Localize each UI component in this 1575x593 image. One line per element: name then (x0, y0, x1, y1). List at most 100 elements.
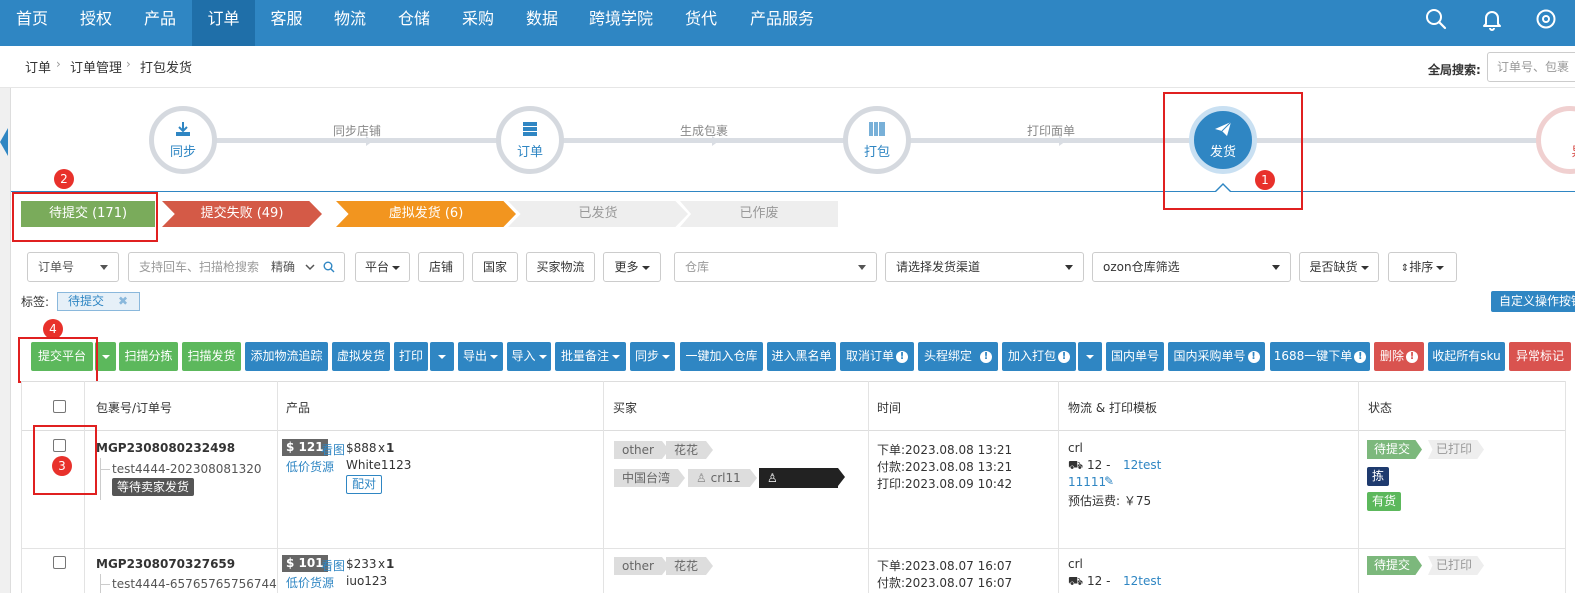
search-mode-select[interactable]: 精确 (271, 253, 295, 281)
order-time: 下单:2023.08.08 13:21 (877, 443, 1013, 457)
nav-order[interactable]: 订单 (192, 0, 255, 46)
nav-product-service[interactable]: 产品服务 (734, 0, 830, 46)
buyer-logistics-button[interactable]: 买家物流 (526, 252, 595, 282)
order-number[interactable]: test4444-202308081320 (112, 462, 262, 476)
add-to-warehouse-button[interactable]: 一键加入仓库 (680, 342, 763, 371)
nav-warehouse[interactable]: 仓储 (382, 0, 446, 46)
cancel-order-button[interactable]: 取消订单! (840, 342, 914, 371)
head-bind-button[interactable]: 头程绑定! (918, 342, 998, 371)
edit-icon[interactable]: ✎ (1104, 474, 1114, 488)
channel-select[interactable]: 请选择发货渠道 (885, 252, 1084, 282)
nav-academy[interactable]: 跨境学院 (574, 0, 668, 46)
nav-data[interactable]: 数据 (510, 0, 574, 46)
nav-purchase[interactable]: 采购 (446, 0, 510, 46)
custom-action-button[interactable]: 自定义操作按钮 (1491, 291, 1575, 312)
close-icon[interactable]: ✖ (118, 293, 128, 310)
nav-product[interactable]: 产品 (128, 0, 192, 46)
blacklist-button[interactable]: 进入黑名单 (767, 342, 836, 371)
nav-forwarder[interactable]: 货代 (668, 0, 734, 46)
tab-shipped[interactable]: 已发货 (508, 201, 688, 227)
buyer-tag: 花花 (666, 557, 714, 575)
package-number[interactable]: MGP2308070327659 (96, 557, 235, 571)
column-header-buyer: 买家 (613, 401, 638, 415)
order-table-header: 包裹号/订单号 产品 买家 时间 物流 & 打印模板 状态 (21, 381, 1566, 431)
channel-link[interactable]: 12test (1123, 574, 1161, 588)
submit-platform-dropdown[interactable] (95, 342, 116, 371)
breadcrumb-order-management[interactable]: 订单管理 (70, 57, 122, 76)
tab-submit-failed[interactable]: 提交失败 (49) (162, 201, 322, 227)
exception-mark-button[interactable]: 异常标记 (1509, 342, 1571, 371)
chevron-down-icon (305, 264, 315, 271)
add-pack-dropdown[interactable] (1078, 342, 1102, 371)
search-icon[interactable] (1424, 7, 1448, 31)
collapse-sku-button[interactable]: 收起所有sku (1428, 342, 1505, 371)
scan-sort-button[interactable]: 扫描分拣 (119, 342, 178, 371)
scan-ship-button[interactable]: 扫描发货 (182, 342, 241, 371)
add-pack-button[interactable]: 加入打包! (1002, 342, 1076, 371)
low-price-source-link[interactable]: 低价货源 (286, 574, 334, 591)
search-input[interactable]: 支持回车、扫描枪搜索 精确 (128, 252, 345, 282)
step-exception[interactable]: 异 (1536, 106, 1575, 174)
tab-pending-submit[interactable]: 待提交 (171) (21, 201, 155, 227)
package-number[interactable]: MGP2308080232498 (96, 441, 235, 455)
print-dropdown[interactable] (430, 342, 454, 371)
top-nav: 首页 授权 产品 订单 客服 物流 仓储 采购 数据 跨境学院 货代 产品服务 (0, 0, 1575, 46)
sort-dropdown[interactable]: ⇕排序 (1388, 252, 1457, 282)
low-price-source-link[interactable]: 低价货源 (286, 458, 334, 475)
batch-note-dropdown[interactable]: 批量备注 (555, 342, 626, 371)
step-order[interactable]: 订单 (496, 106, 564, 174)
row-checkbox[interactable] (53, 556, 66, 569)
buyer-tag: other (614, 441, 669, 459)
breadcrumb-order[interactable]: 订单 (25, 57, 51, 76)
import-dropdown[interactable]: 导入 (507, 342, 551, 371)
tree-line (100, 458, 101, 500)
match-button[interactable]: 配对 (346, 475, 383, 494)
out-of-stock-dropdown[interactable]: 是否缺货 (1299, 252, 1379, 282)
column-header-status: 状态 (1368, 401, 1393, 415)
export-dropdown[interactable]: 导出 (458, 342, 503, 371)
domestic-no-button[interactable]: 国内单号 (1106, 342, 1164, 371)
virtual-ship-button[interactable]: 虚拟发货 (332, 342, 390, 371)
step-pack[interactable]: 打包 (843, 106, 911, 174)
settings-gear-icon[interactable] (1534, 7, 1558, 31)
nav-logistics[interactable]: 物流 (318, 0, 382, 46)
country-button[interactable]: 国家 (472, 252, 518, 282)
print-time: 打印:2023.08.09 10:42 (877, 477, 1013, 491)
delete-button[interactable]: 删除! (1374, 342, 1424, 371)
view-image-link[interactable]: 看图 (321, 441, 345, 458)
print-template-link[interactable]: 11111 (1068, 475, 1106, 489)
caret-down-icon (438, 354, 446, 359)
caret-down-icon (641, 265, 650, 270)
print-button[interactable]: 打印 (394, 342, 428, 371)
domestic-purchase-no-button[interactable]: 国内采购单号! (1168, 342, 1265, 371)
nav-auth[interactable]: 授权 (64, 0, 128, 46)
warehouse-select[interactable]: 仓库 (674, 252, 877, 282)
order-no-select[interactable]: 订单号 (27, 252, 119, 282)
bell-icon[interactable] (1480, 7, 1504, 31)
select-all-checkbox[interactable] (53, 400, 66, 413)
sidebar-toggle-icon[interactable] (0, 128, 8, 156)
user-icon: ♙ (696, 471, 707, 485)
step-sync[interactable]: 同步 (149, 106, 217, 174)
tab-virtual-ship[interactable]: 虚拟发货 (6) (336, 201, 516, 227)
order-number[interactable]: test4444-65765765756744 (112, 577, 277, 591)
status-printed-badge: 已打印 (1428, 556, 1485, 575)
view-image-link[interactable]: 看图 (321, 557, 345, 574)
platform-label: 平台 (364, 260, 389, 274)
store-button[interactable]: 店铺 (418, 252, 464, 282)
ozon-warehouse-select[interactable]: ozon仓库筛选 (1092, 252, 1291, 282)
sync-dropdown[interactable]: 同步 (630, 342, 675, 371)
channel-link[interactable]: 12test (1123, 458, 1161, 472)
waiting-seller-ship-badge: 等待卖家发货 (112, 478, 195, 496)
nav-home[interactable]: 首页 (0, 0, 64, 46)
buyer-tag-text: other (622, 559, 654, 573)
tab-voided[interactable]: 已作废 (680, 201, 838, 227)
platform-dropdown[interactable]: 平台 (355, 252, 410, 282)
add-tracking-button[interactable]: 添加物流追踪 (245, 342, 328, 371)
nav-service[interactable]: 客服 (255, 0, 318, 46)
more-dropdown[interactable]: 更多 (603, 252, 661, 282)
order-1688-button[interactable]: 1688一键下单! (1270, 342, 1370, 371)
search-icon[interactable] (323, 261, 335, 273)
quantity: 1 (386, 557, 395, 571)
global-search-input[interactable]: 订单号、包裹 (1487, 52, 1575, 82)
